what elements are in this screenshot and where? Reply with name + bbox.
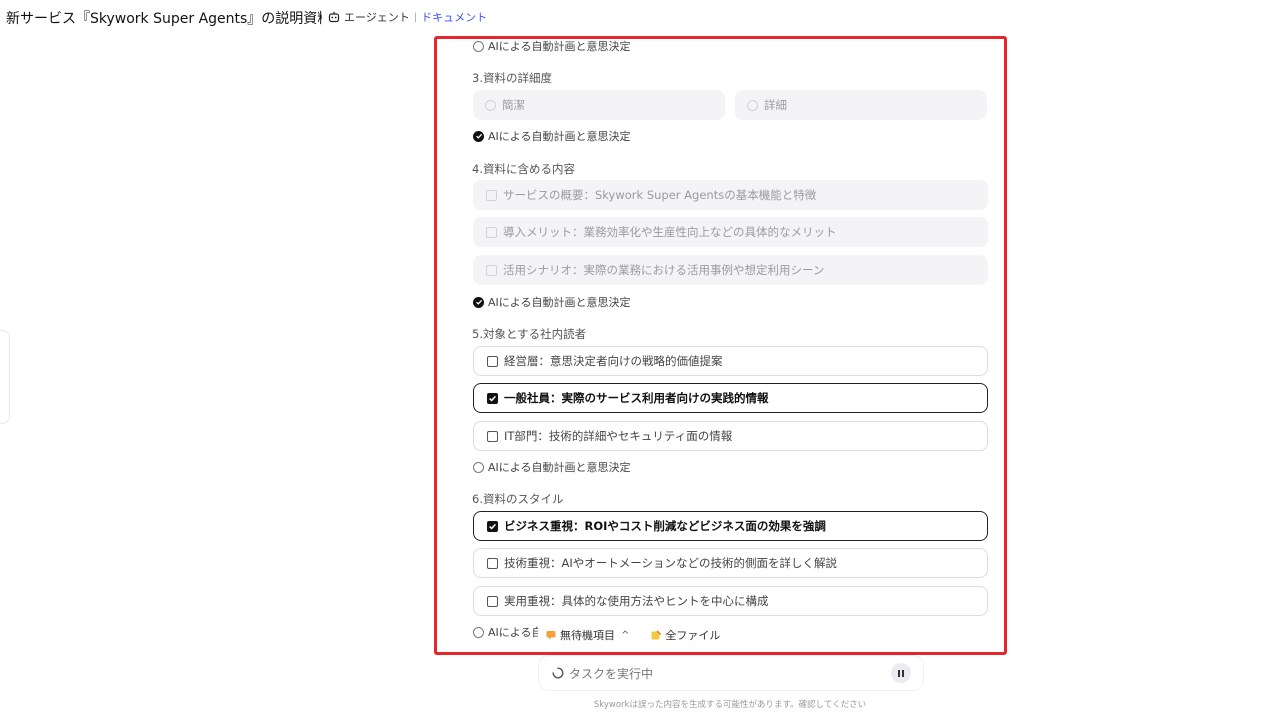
checkbox-checked-icon xyxy=(487,392,498,404)
robot-icon xyxy=(328,11,340,23)
chevron-up-icon: ^ xyxy=(621,629,630,641)
agent-label[interactable]: エージェント xyxy=(344,9,410,25)
option-label: 導入メリット：業務効率化や生産性向上などの具体的なメリット xyxy=(503,225,837,239)
checkbox-icon xyxy=(487,557,498,569)
page-title: 新サービス『Skywork Super Agents』の説明資料 xyxy=(6,11,332,27)
option-label: 実用重視：具体的な使用方法やヒントを中心に構成 xyxy=(504,594,769,608)
option-label: 技術重視：AIやオートメーションなどの技術的側面を詳しく解説 xyxy=(504,556,838,570)
reader-option-executives[interactable]: 経営層：意思決定者向けの戦略的価値提案 xyxy=(473,346,988,376)
reader-option-it[interactable]: IT部門：技術的詳細やセキュリティ面の情報 xyxy=(473,421,988,451)
separator: | xyxy=(413,11,418,23)
ai-auto-label: AIによる自動計画と意思決定 xyxy=(488,130,631,143)
radio-icon xyxy=(473,40,484,52)
ai-auto-option-q5[interactable]: AIによる自動計画と意思決定 xyxy=(473,459,630,475)
detail-option-detailed[interactable]: 詳細 xyxy=(735,90,987,120)
agent-document-chip[interactable]: エージェント | ドキュメント xyxy=(322,6,494,28)
ai-auto-option-partial[interactable]: AIによる自動計画と意思決定 xyxy=(473,39,631,54)
option-label: 活用シナリオ：実際の業務における活用事例や想定利用シーン xyxy=(503,263,825,277)
reader-option-employees[interactable]: 一般社員：実際のサービス利用者向けの実践的情報 xyxy=(473,383,988,413)
all-files-button[interactable]: 全ファイル xyxy=(643,627,728,643)
checkbox-icon xyxy=(487,595,498,607)
bottom-toolbar: 無待機項目 ^ 全ファイル xyxy=(538,622,729,648)
check-circle-icon xyxy=(473,130,484,142)
option-label: 一般社員：実際のサービス利用者向けの実践的情報 xyxy=(504,391,769,405)
task-status-bar: タスクを実行中 xyxy=(539,656,923,690)
ai-auto-label: AIによる自動計画と意思決定 xyxy=(488,40,631,53)
radio-icon xyxy=(747,99,758,111)
content-option-benefits[interactable]: 導入メリット：業務効率化や生産性向上などの具体的なメリット xyxy=(473,217,988,247)
checkbox-icon xyxy=(486,226,497,238)
chat-bubble-icon xyxy=(546,631,556,640)
ai-auto-label: AIによる自動計画と意思決定 xyxy=(488,296,631,309)
option-label: 簡潔 xyxy=(502,98,525,112)
radio-icon xyxy=(473,626,484,638)
note-icon xyxy=(651,630,662,640)
pause-button[interactable] xyxy=(891,663,911,683)
option-label: 詳細 xyxy=(764,98,787,112)
pending-items-label: 無待機項目 xyxy=(560,629,615,642)
style-option-technical[interactable]: 技術重視：AIやオートメーションなどの技術的側面を詳しく解説 xyxy=(473,548,988,578)
radio-icon xyxy=(473,461,484,473)
style-option-business[interactable]: ビジネス重視：ROIやコスト削減などビジネス面の効果を強調 xyxy=(473,511,988,541)
detail-option-concise[interactable]: 簡潔 xyxy=(473,90,725,120)
all-files-label: 全ファイル xyxy=(665,629,721,642)
ai-auto-option-q3[interactable]: AIによる自動計画と意思決定 xyxy=(473,128,630,144)
pending-items-button[interactable]: 無待機項目 ^ xyxy=(538,627,637,643)
question-panel-highlight: AIによる自動計画と意思決定 3.資料の詳細度 簡潔 詳細 AIによる自動計画と… xyxy=(434,36,1007,655)
style-option-practical[interactable]: 実用重視：具体的な使用方法やヒントを中心に構成 xyxy=(473,586,988,616)
side-panel-edge[interactable] xyxy=(0,330,10,424)
option-label: 経営層：意思決定者向けの戦略的価値提案 xyxy=(504,354,723,368)
spinner-icon xyxy=(552,667,564,679)
content-option-overview[interactable]: サービスの概要：Skywork Super Agentsの基本機能と特徴 xyxy=(473,180,988,210)
option-label: IT部門：技術的詳細やセキュリティ面の情報 xyxy=(504,429,733,443)
ai-auto-option-q6[interactable]: AIによる自 xyxy=(473,624,542,640)
check-circle-icon xyxy=(473,296,484,308)
pause-icon xyxy=(898,669,900,677)
checkbox-icon xyxy=(486,189,497,201)
question-4-title: 4.資料に含める内容 xyxy=(472,162,575,176)
pause-icon-bar xyxy=(902,669,904,677)
task-status-label: タスクを実行中 xyxy=(569,667,654,681)
disclaimer-text: Skyworkは誤った内容を生成する可能性があります。確認してください xyxy=(593,700,867,710)
checkbox-checked-icon xyxy=(487,520,498,532)
ai-auto-label: AIによる自 xyxy=(488,626,543,639)
checkbox-icon xyxy=(486,264,497,276)
question-5-title: 5.対象とする社内読者 xyxy=(472,327,587,341)
question-3-title: 3.資料の詳細度 xyxy=(472,71,552,85)
ai-auto-option-q4[interactable]: AIによる自動計画と意思決定 xyxy=(473,294,630,310)
checkbox-icon xyxy=(487,355,498,367)
content-option-scenarios[interactable]: 活用シナリオ：実際の業務における活用事例や想定利用シーン xyxy=(473,255,988,285)
option-label: ビジネス重視：ROIやコスト削減などビジネス面の効果を強調 xyxy=(504,519,826,533)
question-6-title: 6.資料のスタイル xyxy=(472,492,564,506)
option-label: サービスの概要：Skywork Super Agentsの基本機能と特徴 xyxy=(503,188,817,202)
ai-auto-label: AIによる自動計画と意思決定 xyxy=(488,461,631,474)
document-link[interactable]: ドキュメント xyxy=(421,9,487,25)
header: 新サービス『Skywork Super Agents』の説明資料 エージェント … xyxy=(0,0,1280,36)
checkbox-icon xyxy=(487,430,498,442)
radio-icon xyxy=(485,99,496,111)
